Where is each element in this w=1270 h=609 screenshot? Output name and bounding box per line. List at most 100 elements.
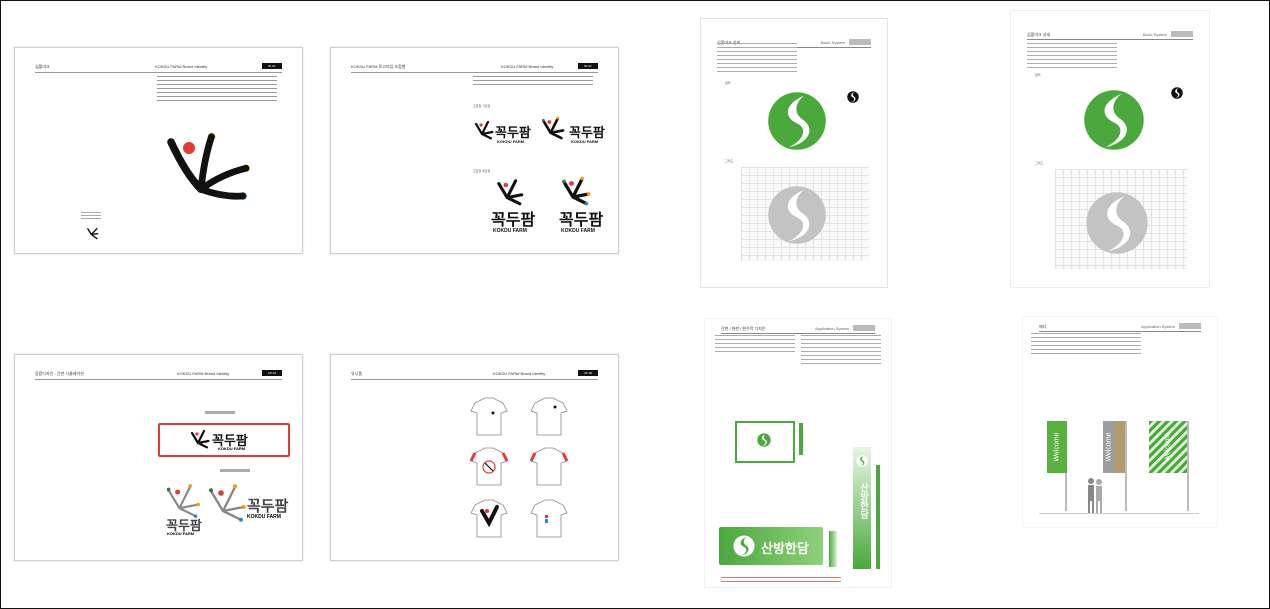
page-tag xyxy=(853,325,875,331)
description-text xyxy=(1027,43,1117,71)
dimension-label xyxy=(205,411,235,414)
banner-pole xyxy=(1187,421,1189,511)
sheet-kokdu-symbol: 심볼마크 KOKDU FARM Brand Identity BI-01 xyxy=(14,47,303,254)
sanbang-symbol-color xyxy=(1084,90,1144,150)
wordmark-en: KOKDU FARM xyxy=(167,531,195,536)
banner-text: Welcome xyxy=(1053,432,1061,462)
banner-tan xyxy=(1115,421,1125,473)
sheet-sanbang-signage: 간판 / 현판 / 현수막 디자인 Application System 산방한… xyxy=(704,318,892,588)
sheet-header: 심볼마크 상세 Basic System xyxy=(1027,31,1193,40)
sanbang-symbol-mono-small xyxy=(1171,87,1183,99)
sheet-title: 응용디자인 - 간판 시뮬레이션 xyxy=(35,371,84,376)
kokdu-symbol-small xyxy=(87,228,99,240)
sheet-title: 심볼마크 상세 xyxy=(1027,32,1051,37)
description-text xyxy=(717,43,797,73)
wordmark-en: KOKDU FARM xyxy=(571,139,599,144)
page-tag xyxy=(1179,323,1201,329)
description-text xyxy=(473,76,593,88)
description-text xyxy=(1031,333,1141,357)
horizontal-label: 조합형 가로형 xyxy=(473,104,491,108)
pylon-post xyxy=(876,465,880,569)
footnote-text xyxy=(721,577,841,585)
system-label: Basic System xyxy=(1142,32,1167,37)
system-label: Basic System xyxy=(820,40,845,45)
page-tag: AP-02 xyxy=(578,370,598,376)
kokdu-logo-horizontal xyxy=(209,484,246,522)
page-tag: AP-01 xyxy=(262,370,282,376)
people-silhouette xyxy=(1088,478,1102,513)
ground-line xyxy=(1039,513,1199,514)
sign-wordmark-en: KOKDU FARM xyxy=(218,446,246,451)
wordmark-en: KOKDU FARM xyxy=(497,139,525,144)
sanbang-symbol xyxy=(757,433,771,447)
wordmark-en: KOKDU FARM xyxy=(247,514,281,520)
sheet-title: KOKDU FARM 로고타입 조합형 xyxy=(351,64,406,69)
sheet-title: 배너 xyxy=(1039,324,1047,329)
sheet-header: 유니폼 KOKDU FARM Brand Identity AP-02 xyxy=(351,369,598,380)
sheet-title: 간판 / 현판 / 현수막 디자인 xyxy=(721,326,766,331)
sheet-kokdu-signage: 응용디자인 - 간판 시뮬레이션 KOKDU FARM Brand Identi… xyxy=(14,354,303,561)
sheet-header: KOKDU FARM 로고타입 조합형 KOKDU FARM Brand Ide… xyxy=(351,62,598,73)
main-sign-board: 산방한담 xyxy=(719,527,823,565)
sheet-header: 응용디자인 - 간판 시뮬레이션 KOKDU FARM Brand Identi… xyxy=(35,369,282,380)
kokdu-logo-horizontal-mono xyxy=(474,120,494,140)
description-text xyxy=(157,76,277,102)
sign-text: 산방한담 xyxy=(761,542,809,557)
banner-text: Welcome xyxy=(1164,432,1172,462)
wordmark: 꼭두팜 xyxy=(491,210,536,229)
uniform-tshirts xyxy=(469,397,569,538)
sheet-header: 간판 / 현판 / 현수막 디자인 Application System xyxy=(721,325,875,334)
sheet-title: 유니폼 xyxy=(351,371,363,376)
sheet-title: 심볼마크 xyxy=(35,64,50,69)
banner-pattern: Welcome xyxy=(1149,421,1187,473)
kokdu-logo-horizontal-color xyxy=(541,116,565,140)
brand-header: KOKDU FARM Brand Identity xyxy=(155,64,208,69)
sign-board: 꼭두팜 KOKDU FARM xyxy=(158,423,290,457)
banner-gray: Welcome xyxy=(1103,421,1115,473)
dimension-label xyxy=(220,469,250,472)
banner-text: Welcome xyxy=(1105,432,1113,462)
sheet-kokdu-logotype: KOKDU FARM 로고타입 조합형 KOKDU FARM Brand Ide… xyxy=(330,47,619,254)
kokdu-symbol-large xyxy=(167,133,250,200)
kokdu-logo-vertical-color xyxy=(562,176,591,206)
sheet-kokdu-uniform: 유니폼 KOKDU FARM Brand Identity AP-02 xyxy=(330,354,619,561)
sheet-sanbang-symbol-2: 심볼마크 상세 Basic System 컬러 그리드 xyxy=(1010,10,1210,288)
sheet-header: 심볼마크 KOKDU FARM Brand Identity BI-01 xyxy=(35,62,282,73)
brand-header: KOKDU FARM Brand Identity xyxy=(501,64,554,69)
description-text xyxy=(715,335,795,353)
page-tag xyxy=(849,39,871,45)
wordmark: 꼭두팜 xyxy=(559,210,604,229)
sanbang-symbol xyxy=(733,535,755,557)
kokdu-logo-vertical xyxy=(166,484,200,518)
sanbang-symbol-grid xyxy=(768,186,826,244)
grid-label: 그리드 xyxy=(1035,161,1044,165)
sanbang-symbol-mono-small xyxy=(847,91,859,103)
page-tag: BI-02 xyxy=(578,63,598,69)
color-label: 컬러 xyxy=(725,81,731,85)
brand-header: KOKDU FARM Brand Identity xyxy=(177,371,230,376)
pylon-sign: 산방한담 xyxy=(853,447,871,569)
description-text xyxy=(801,335,881,365)
small-size-label xyxy=(81,212,101,220)
vertical-label: 조합형 세로형 xyxy=(473,169,491,173)
color-label: 컬러 xyxy=(1035,73,1041,77)
pylon-text: 산방한담 xyxy=(858,483,868,519)
system-label: Application System xyxy=(1140,324,1175,329)
wordmark: 꼭두팜 xyxy=(247,497,289,515)
wordmark-en: KOKDU FARM xyxy=(561,228,595,234)
sign-pillar xyxy=(829,531,837,567)
system-label: Application System xyxy=(814,326,849,331)
grid-label: 그리드 xyxy=(725,159,734,163)
kokdu-logo-vertical-mono xyxy=(497,179,524,206)
sanbang-symbol-grid xyxy=(1086,192,1148,254)
sheet-sanbang-symbol-1: 심볼마크 상세 Basic System 컬러 그리드 xyxy=(700,18,888,288)
sign-side xyxy=(799,423,803,455)
sheet-header: 배너 Application System xyxy=(1039,323,1201,332)
sanbang-symbol xyxy=(856,455,868,467)
page-tag xyxy=(1171,31,1193,37)
kokdu-symbol xyxy=(190,429,210,449)
sanbang-symbol-color xyxy=(768,92,826,150)
sheet-sanbang-banners: 배너 Application System Welcome Welcome We… xyxy=(1022,316,1218,528)
hanging-sign xyxy=(735,421,795,463)
banner-green: Welcome xyxy=(1047,421,1067,473)
